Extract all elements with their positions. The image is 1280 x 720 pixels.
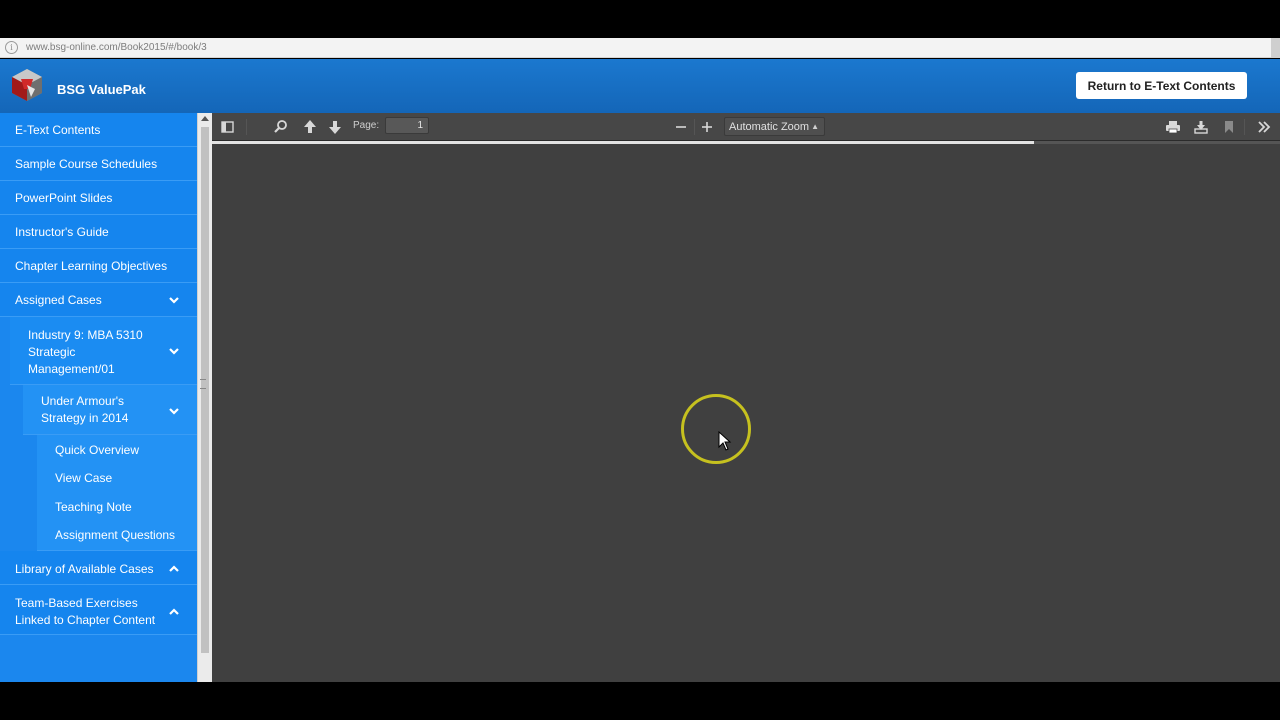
bookmark-icon[interactable] [1220,118,1238,136]
arrow-up-icon[interactable] [301,118,319,136]
sidebar-item-team-based-exercises[interactable]: Team-Based Exercises Linked to Chapter C… [0,585,197,635]
download-icon[interactable] [1192,118,1210,136]
sidebar-item-industry-9[interactable]: Industry 9: MBA 5310 Strategic Managemen… [10,317,197,385]
sidebar-item-teaching-note[interactable]: Teaching Note [37,492,197,521]
arrow-down-icon[interactable] [326,118,344,136]
sidebar-item-chapter-learning-objectives[interactable]: Chapter Learning Objectives [0,249,197,283]
pdf-toolbar: Page: Automatic Zoom ▲ [212,113,1280,141]
page-scrollbar[interactable] [1271,38,1280,58]
sidebar-item-assigned-cases[interactable]: Assigned Cases [0,283,197,317]
address-bar[interactable]: i www.bsg-online.com/Book2015/#/book/3 [0,38,1280,58]
scroll-up-arrow-icon[interactable] [201,116,209,121]
window-bottom-bar [0,682,1280,720]
tools-chevron-icon[interactable] [1255,118,1273,136]
page-number-input[interactable] [385,117,429,134]
sidebar-item-label: Chapter Learning Objectives [15,259,168,273]
sidebar-toggle-icon[interactable] [218,118,236,136]
chevron-up-icon[interactable] [168,606,180,618]
select-arrows-icon: ▲ [811,122,819,131]
page-label: Page: [353,120,380,131]
chevron-down-icon[interactable] [168,294,180,306]
sidebar-item-label: Instructor's Guide [15,225,109,239]
sidebar-item-under-armour-strategy[interactable]: Under Armour's Strategy in 2014 [23,385,197,435]
sidebar-item-instructors-guide[interactable]: Instructor's Guide [0,215,197,249]
sidebar-item-label: Library of Available Cases [15,562,154,576]
mouse-cursor-icon [718,431,732,451]
url-text[interactable]: www.bsg-online.com/Book2015/#/book/3 [26,42,207,53]
search-icon[interactable] [272,118,290,136]
sidebar-item-sample-course-schedules[interactable]: Sample Course Schedules [0,147,197,181]
sidebar-nav: E-Text Contents Sample Course Schedules … [0,113,197,682]
chevron-down-icon[interactable] [168,345,180,357]
zoom-select[interactable]: Automatic Zoom ▲ [724,117,825,136]
sidebar-item-label: Assignment Questions [55,528,176,542]
pdf-viewer: Page: Automatic Zoom ▲ [212,113,1280,682]
zoom-in-icon[interactable] [698,118,716,136]
sidebar-item-label: Industry 9: MBA 5310 Strategic Managemen… [28,328,143,376]
sidebar-item-label: Assigned Cases [15,293,102,307]
app-header: BSG ValuePak Return to E-Text Contents [0,59,1280,113]
print-icon[interactable] [1164,118,1182,136]
load-progress-fill [212,141,1035,144]
zoom-select-value: Automatic Zoom [729,121,810,133]
click-highlight-ring [681,394,751,464]
sidebar-item-powerpoint-slides[interactable]: PowerPoint Slides [0,181,197,215]
sidebar-item-view-case[interactable]: View Case [37,464,197,492]
info-icon[interactable]: i [5,41,18,54]
sidebar-item-label: Team-Based Exercises Linked to Chapter C… [15,596,156,627]
chevron-down-icon[interactable] [168,405,180,417]
window-top-bar [0,0,1280,38]
toolbar-separator [694,119,695,135]
scrollbar-thumb[interactable] [201,127,209,653]
sidebar-item-library-of-available-cases[interactable]: Library of Available Cases [0,551,197,585]
sidebar-item-label: Under Armour's Strategy in 2014 [41,394,129,425]
sidebar-item-label: Teaching Note [55,500,132,514]
toolbar-separator [246,119,247,135]
sidebar-scrollbar[interactable] [197,113,212,682]
return-to-etext-button[interactable]: Return to E-Text Contents [1076,72,1247,99]
sidebar-item-quick-overview[interactable]: Quick Overview [37,435,197,464]
sidebar-item-label: E-Text Contents [15,123,101,137]
zoom-out-icon[interactable] [672,118,690,136]
sidebar-item-label: View Case [55,471,113,485]
bsg-logo-icon [12,69,42,101]
sidebar-item-assignment-questions[interactable]: Assignment Questions [37,521,197,551]
sidebar-item-etext-contents[interactable]: E-Text Contents [0,113,197,147]
sidebar-item-label: PowerPoint Slides [15,191,113,205]
toolbar-separator [1244,119,1245,135]
resize-grip-icon[interactable] [200,379,206,389]
chevron-up-icon[interactable] [168,563,180,575]
load-progress-bar [212,141,1280,144]
sidebar-item-label: Sample Course Schedules [15,157,158,171]
brand-title: BSG ValuePak [57,82,146,97]
sidebar-item-label: Quick Overview [55,443,140,457]
